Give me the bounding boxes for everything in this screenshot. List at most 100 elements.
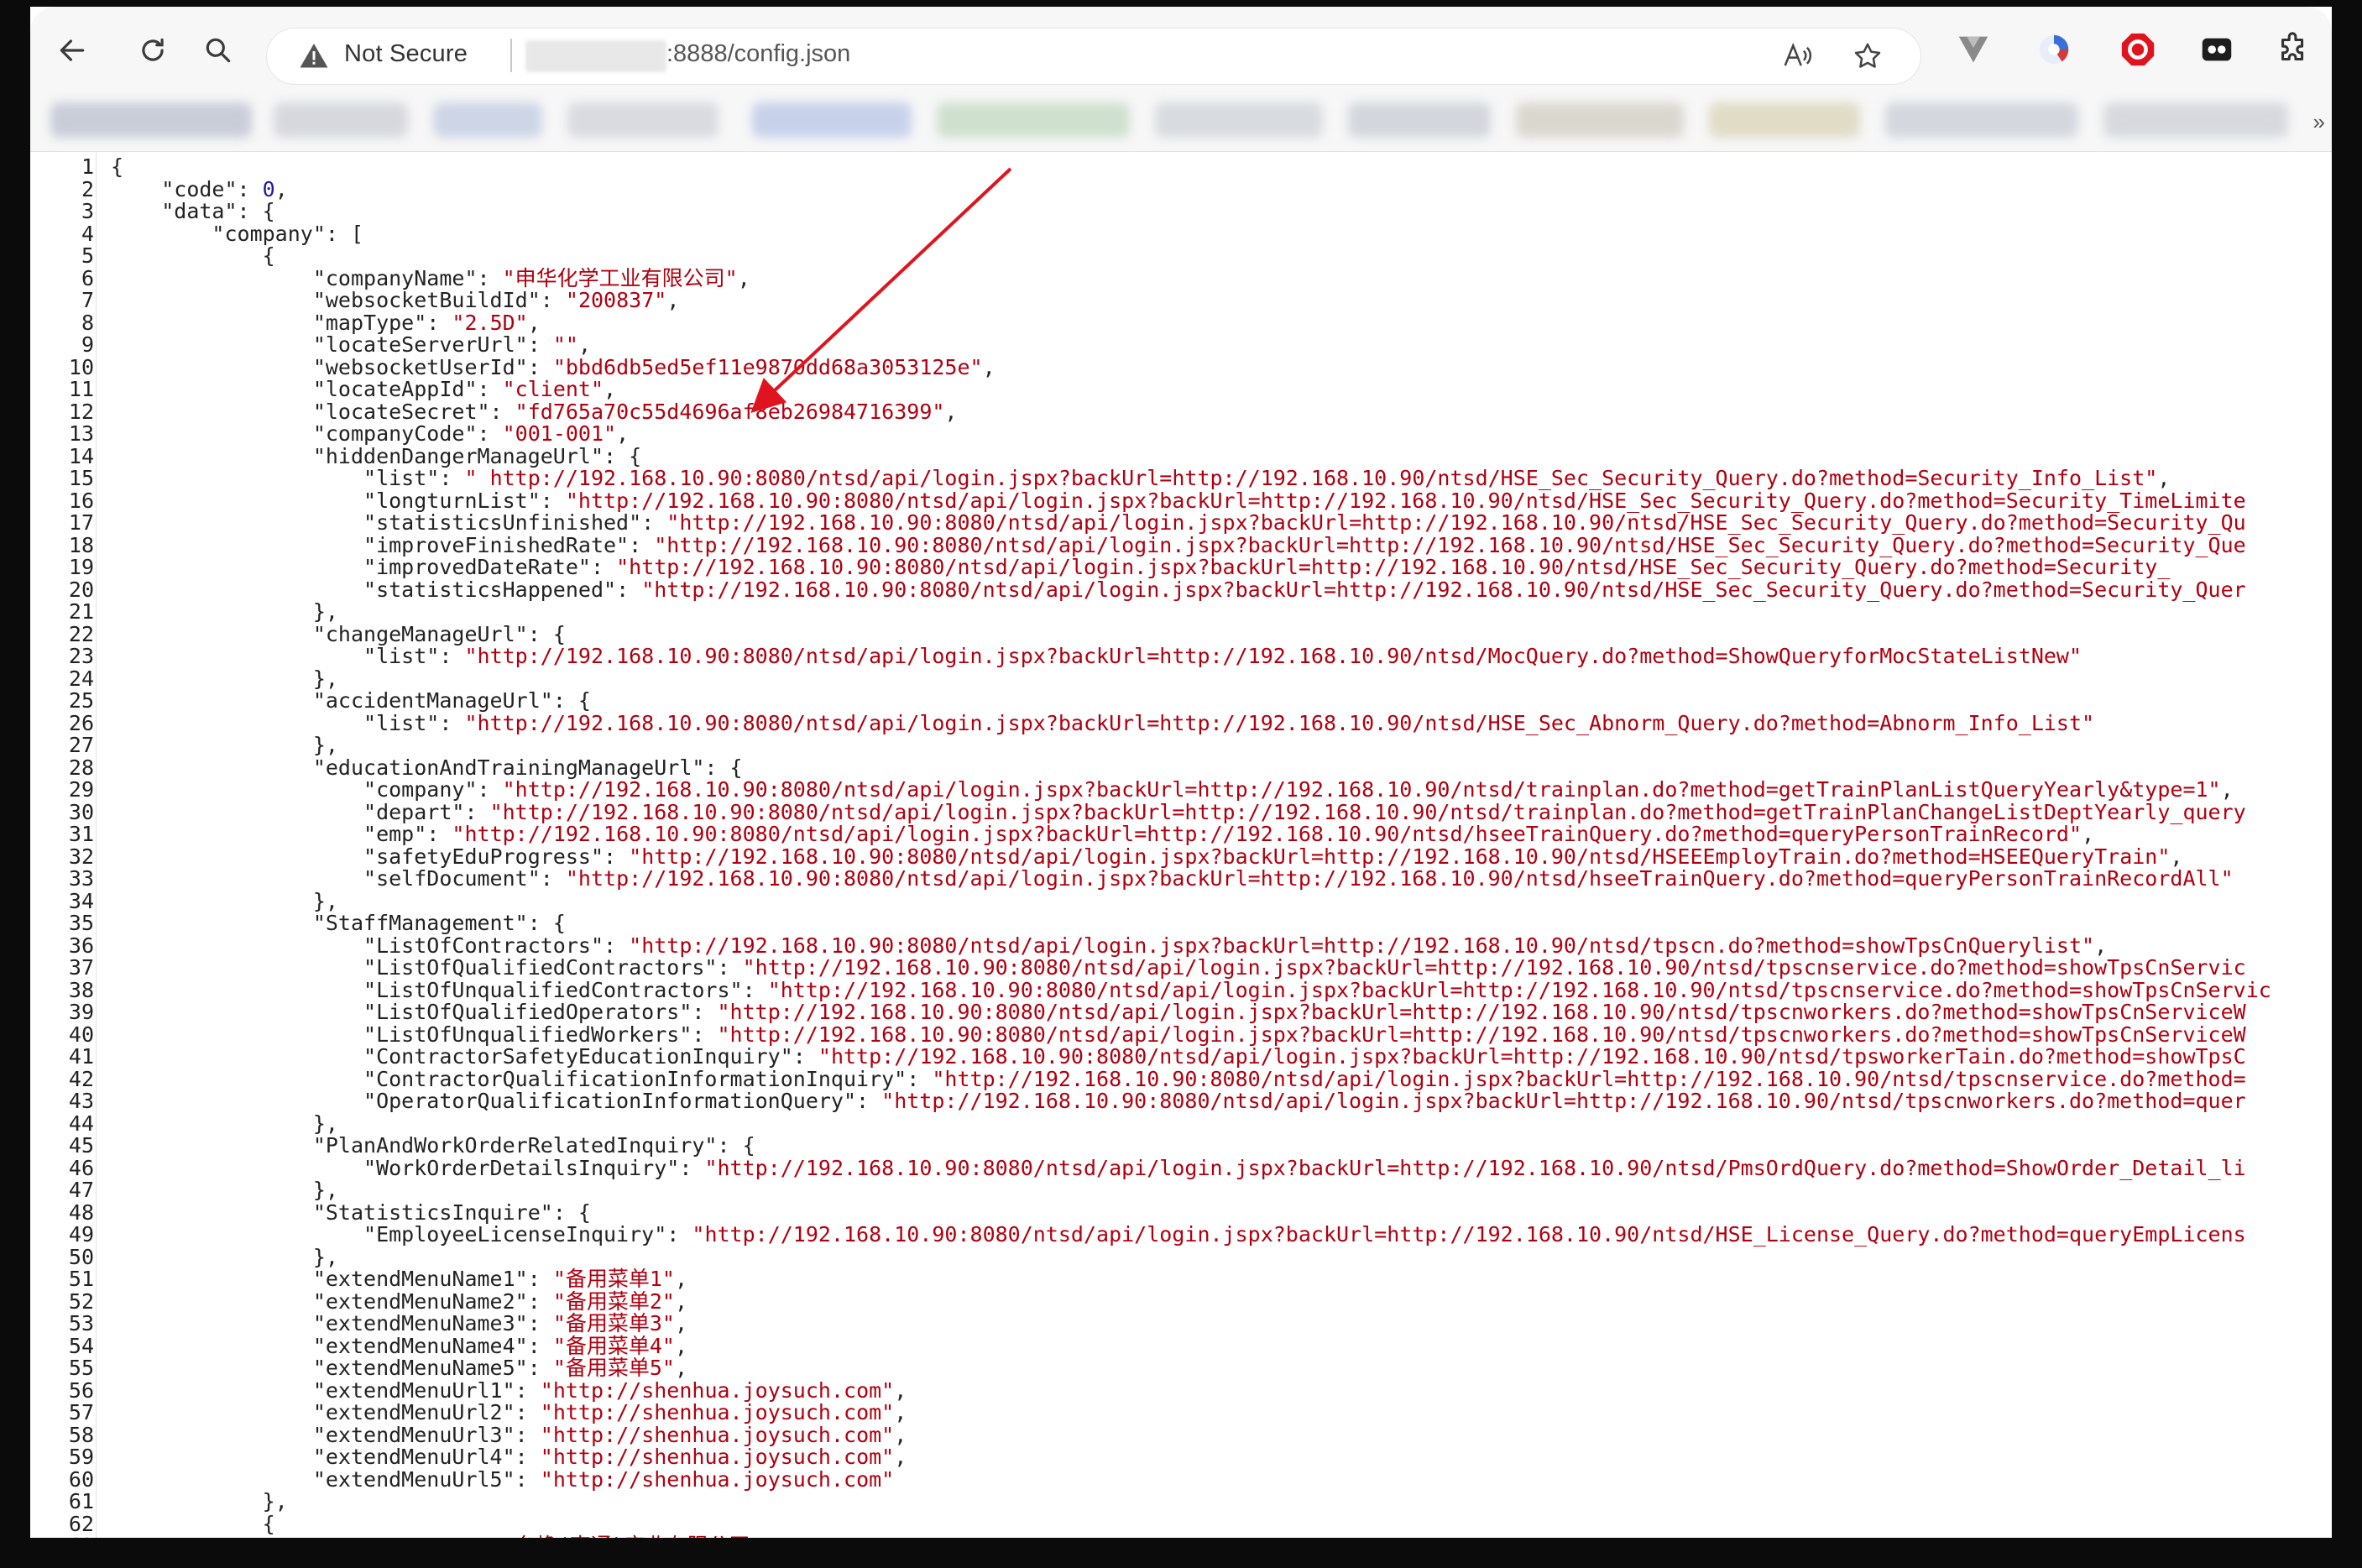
json-line: "ListOfUnqualifiedWorkers": "http://192.… [363, 1022, 2246, 1047]
json-line: "mapType": "2.5D", [312, 310, 541, 335]
adblock-icon[interactable] [2119, 30, 2157, 69]
line-number: 35 [68, 911, 94, 935]
json-line: }, [312, 1111, 338, 1136]
line-number: 53 [68, 1311, 94, 1335]
redacted-host [525, 40, 666, 72]
bookmark-item[interactable] [752, 102, 912, 138]
line-number: 47 [68, 1178, 94, 1202]
extension-chart-icon[interactable] [2035, 30, 2073, 69]
line-number: 11 [68, 377, 94, 401]
json-line: "WorkOrderDetailsInquiry": "http://192.1… [363, 1155, 2246, 1180]
json-string: "http://shenhua.joysuch.com" [540, 1400, 895, 1424]
bookmark-item[interactable] [1516, 102, 1684, 138]
json-line: }, [312, 888, 338, 913]
json-number: 0 [262, 176, 275, 201]
line-number: 9 [81, 332, 94, 357]
line-number: 27 [68, 733, 94, 757]
back-arrow-icon[interactable] [49, 27, 96, 74]
line-number: 34 [68, 888, 94, 913]
json-line: "extendMenuName4": "备用菜单4", [312, 1333, 688, 1358]
json-key: "improvedDateRate" [363, 555, 591, 579]
bookmark-item[interactable] [567, 102, 719, 138]
line-number: 43 [68, 1089, 94, 1113]
json-key: "list" [363, 466, 440, 490]
bookmark-item[interactable] [1348, 102, 1491, 138]
read-aloud-icon[interactable] [1781, 40, 1813, 72]
json-line: "ListOfQualifiedOperators": "http://192.… [363, 1000, 2246, 1024]
json-viewer[interactable]: 1 2 3 4 5 6 7 8 9 10 11 12 13 14 15 16 17 18 19 20 21 22 23 24 2… [30, 152, 2332, 1538]
line-number: 51 [68, 1267, 94, 1291]
security-label[interactable]: Not Secure [344, 40, 468, 68]
json-key: "locateAppId" [312, 377, 478, 401]
reload-icon[interactable] [129, 27, 176, 74]
json-string: "http://192.168.10.90:8080/ntsd/api/logi… [654, 532, 2246, 557]
json-line: "OperatorQualificationInformationQuery":… [363, 1089, 2246, 1113]
json-line: "depart": "http://192.168.10.90:8080/nts… [363, 799, 2246, 824]
json-string: "http://192.168.10.90:8080/ntsd/api/logi… [692, 1222, 2246, 1247]
json-key: "educationAndTrainingManageUrl" [312, 755, 705, 780]
json-string: "http://192.168.10.90:8080/ntsd/api/logi… [767, 977, 2271, 1002]
json-key: "longturnList" [363, 488, 541, 513]
json-line: "ListOfUnqualifiedContractors": "http://… [363, 977, 2271, 1002]
json-key: "company" [363, 777, 478, 802]
bookmark-item[interactable] [1709, 102, 1860, 138]
line-number: 61 [68, 1489, 94, 1513]
line-number: 59 [68, 1445, 94, 1469]
browser-window: Not Secure :8888/config.json » 1 2 3 4 5… [30, 7, 2332, 1538]
bookmark-item[interactable] [433, 102, 542, 138]
json-key: "data" [161, 199, 238, 223]
json-key: "improveFinishedRate" [363, 532, 630, 557]
json-key: "extendMenuUrl1" [312, 1377, 515, 1403]
bookmark-item[interactable] [1885, 102, 2078, 138]
bookmark-item[interactable] [274, 102, 408, 138]
line-number: 20 [68, 577, 94, 602]
more-bookmarks-icon[interactable]: » [2313, 109, 2325, 135]
json-string: "备用菜单5" [552, 1356, 675, 1380]
json-line: "code": 0, [161, 176, 288, 201]
puzzle-icon[interactable] [2275, 30, 2313, 69]
json-string: "http://192.168.10.90:8080/ntsd/api/logi… [502, 777, 2221, 802]
json-line: "hiddenDangerManageUrl": { [312, 443, 642, 468]
url-text[interactable]: :8888/config.json [666, 40, 850, 68]
json-string: "001-001" [502, 421, 617, 446]
json-line: }, [312, 1178, 338, 1202]
vue-devtools-icon[interactable] [1954, 30, 1993, 69]
json-key: "extendMenuName1" [312, 1267, 528, 1291]
json-line: "locateSecret": "fd765a70c55d4696af8eb26… [312, 399, 958, 424]
address-separator [510, 39, 512, 72]
line-number: 24 [68, 666, 94, 691]
bookmark-item[interactable] [937, 102, 1130, 138]
json-string: "http://192.168.10.90:8080/ntsd/api/logi… [464, 710, 2095, 735]
json-source[interactable]: { "code": 0, "data": { "company": [ { "c… [111, 155, 2271, 1538]
bookmarks-bar: » [30, 91, 2332, 152]
bookmark-item[interactable] [50, 102, 252, 138]
json-key: "websocketUserId" [312, 354, 528, 379]
json-line: }, [312, 733, 338, 757]
json-line: "longturnList": "http://192.168.10.90:80… [363, 488, 2246, 513]
json-line: "companyCode": "001-001", [312, 421, 630, 446]
bookmark-item[interactable] [1155, 102, 1323, 138]
json-key: "ListOfUnqualifiedContractors" [363, 977, 743, 1002]
json-key: "company" [212, 221, 326, 246]
bookmark-item[interactable] [2103, 102, 2288, 138]
json-key: "StatisticsInquire" [312, 1200, 553, 1225]
json-key: "ContractorSafetyEducationInquiry" [363, 1044, 793, 1069]
star-icon[interactable] [1852, 40, 1884, 72]
json-line: "extendMenuName1": "备用菜单1", [312, 1267, 688, 1291]
address-bar[interactable]: Not Secure :8888/config.json [267, 29, 1920, 84]
json-key: "extendMenuName3" [312, 1311, 528, 1335]
line-number: 39 [68, 1000, 94, 1024]
json-string: "http://192.168.10.90:8080/ntsd/api/logi… [881, 1089, 2246, 1113]
extension-mask-icon[interactable] [2197, 30, 2236, 69]
json-line: "extendMenuUrl1": "http://shenhua.joysuc… [312, 1377, 907, 1403]
json-line: "PlanAndWorkOrderRelatedInquiry": { [312, 1133, 755, 1158]
json-line: "selfDocument": "http://192.168.10.90:80… [363, 866, 2234, 891]
json-key: "list" [363, 710, 440, 735]
line-number: 14 [68, 443, 94, 468]
json-line: "companyName": "台橡(南通)实业有限公司" [111, 1534, 2271, 1538]
search-icon[interactable] [195, 27, 242, 74]
json-line: "educationAndTrainingManageUrl": { [312, 755, 743, 780]
json-key: "locateServerUrl" [312, 332, 528, 357]
warning-triangle-icon[interactable] [299, 41, 329, 71]
json-string: "http://shenhua.joysuch.com" [540, 1377, 895, 1403]
